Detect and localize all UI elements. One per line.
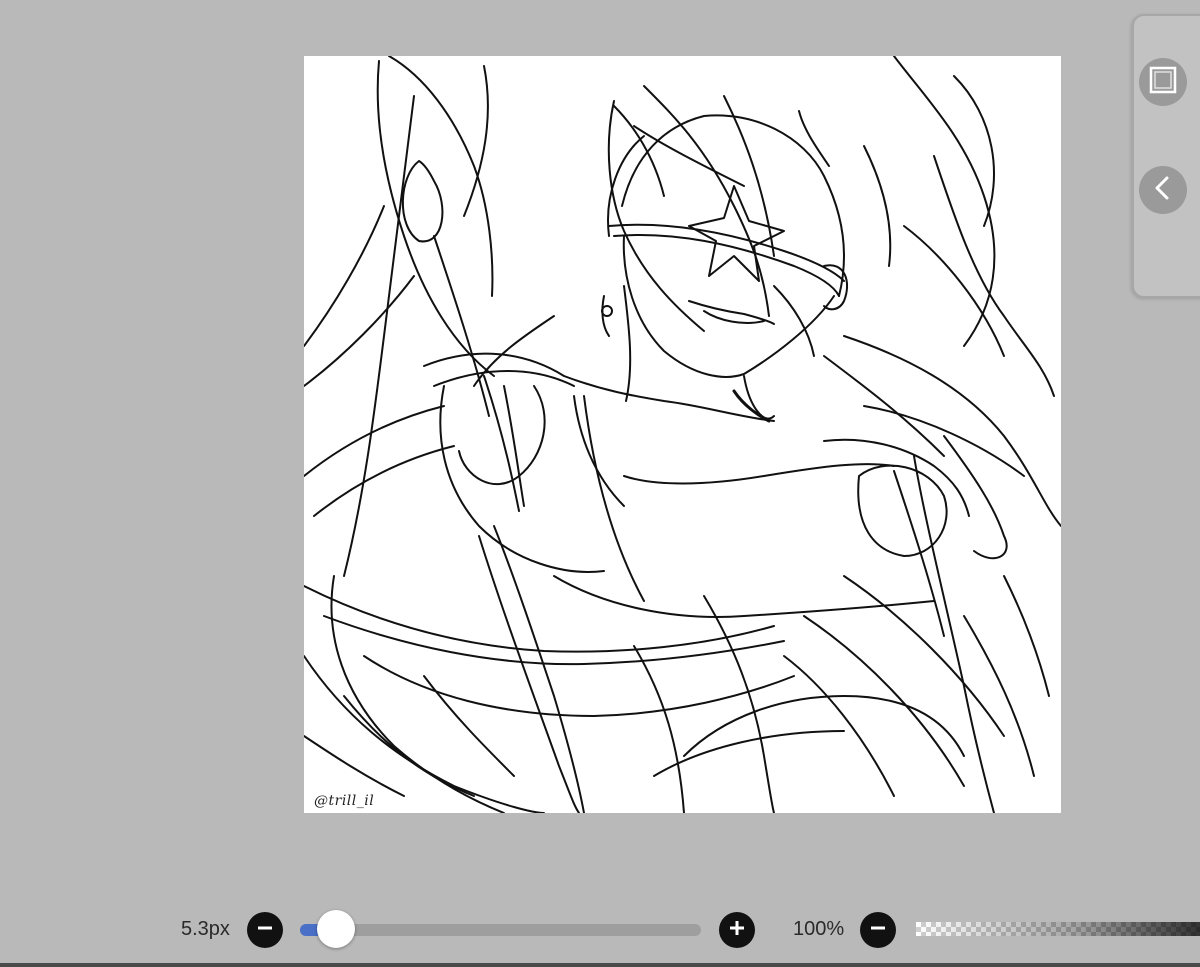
minus-icon <box>870 920 886 941</box>
sketch-drawing <box>304 56 1061 813</box>
opacity-slider[interactable] <box>916 922 1200 936</box>
side-panel <box>1132 14 1200 298</box>
zoom-label: 100% <box>793 918 845 940</box>
artist-signature: @trill_il <box>314 793 375 809</box>
brush-size-label: 5.3px <box>181 918 230 940</box>
collapse-panel-button[interactable] <box>1139 166 1187 214</box>
plus-icon <box>729 920 745 941</box>
brush-size-slider[interactable] <box>300 924 701 936</box>
toolbar-divider <box>0 963 1200 967</box>
opacity-decrease-button[interactable] <box>860 912 896 948</box>
canvas-view-button[interactable] <box>1139 58 1187 106</box>
brush-size-decrease-button[interactable] <box>247 912 283 948</box>
minus-icon <box>257 920 273 941</box>
square-icon <box>1149 66 1177 99</box>
chevron-left-icon <box>1150 175 1176 206</box>
brush-size-slider-thumb[interactable] <box>317 910 356 948</box>
drawing-canvas[interactable]: @trill_il <box>304 56 1061 813</box>
canvas-area[interactable]: @trill_il <box>0 0 1200 905</box>
brush-size-increase-button[interactable] <box>719 912 755 948</box>
